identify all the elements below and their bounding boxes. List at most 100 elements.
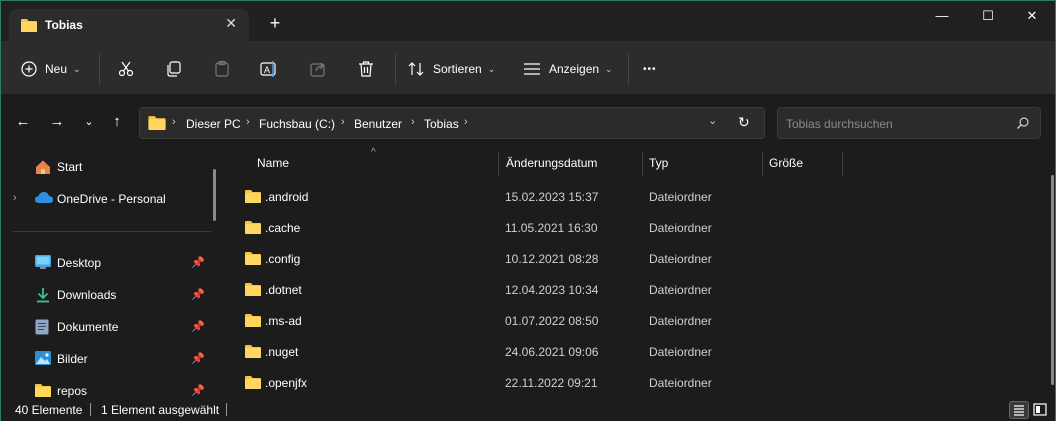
minimize-button[interactable]: — [919,1,965,33]
tab-close-icon[interactable]: ✕ [225,15,237,32]
breadcrumb-chevron-icon[interactable]: › [411,116,415,128]
tiles-view-button[interactable] [1031,401,1051,419]
breadcrumb-tobias[interactable]: Tobias [424,117,459,131]
selection-count: 1 Element ausgewählt [101,403,220,417]
nav-item-label: Bilder [57,352,88,366]
tab-tobias[interactable]: Tobias ✕ [9,9,249,41]
file-name: .openjfx [265,376,308,390]
cloud-icon [35,191,53,208]
nav-item-pictures[interactable]: Bilder 📌 [1,344,211,374]
item-count: 40 Elemente [15,403,83,417]
desktop-icon [35,255,51,272]
breadcrumb-users[interactable]: Benutzer [354,117,402,131]
pin-icon[interactable]: 📌 [191,256,205,269]
copy-button[interactable] [165,55,183,83]
more-options-button[interactable]: ••• [643,55,657,83]
column-header-type[interactable]: Typ [649,156,668,170]
breadcrumb-chevron-icon[interactable]: › [464,116,468,128]
file-row[interactable]: .config 10.12.2021 08:28 Dateiordner [239,243,1039,273]
column-header-date[interactable]: Änderungsdatum [506,156,597,170]
up-button[interactable]: ↑ [105,111,129,135]
nav-item-label: repos [57,384,88,398]
file-row[interactable]: .ms-ad 01.07.2022 08:50 Dateiordner [239,305,1039,335]
pin-icon[interactable]: 📌 [191,288,205,301]
file-row[interactable]: .dotnet 12.04.2023 10:34 Dateiordner [239,274,1039,304]
column-header-size[interactable]: Größe [769,156,803,170]
cut-button[interactable] [117,55,135,83]
details-view-button[interactable] [1009,401,1029,419]
nav-item-desktop[interactable]: Desktop 📌 [1,248,211,278]
folder-icon [245,282,261,299]
nav-item-label: Downloads [57,288,117,302]
column-divider[interactable] [762,151,763,177]
breadcrumb-chevron-icon[interactable]: › [172,116,176,128]
maximize-button[interactable]: ☐ [965,1,1011,33]
share-button[interactable] [309,55,327,83]
status-divider [226,403,227,416]
expand-chevron-icon[interactable]: › [13,192,17,204]
nav-item-label: OneDrive - Personal [57,192,166,206]
nav-scrollbar[interactable] [213,169,216,221]
file-row[interactable]: .nuget 24.06.2021 09:06 Dateiordner [239,336,1039,366]
nav-item-label: Start [57,160,83,174]
pin-icon[interactable]: 📌 [191,352,205,365]
view-icon [523,62,541,76]
file-type: Dateiordner [649,345,712,359]
address-bar[interactable]: › Dieser PC › Fuchsbau (C:) › Benutzer ›… [139,107,765,139]
pin-icon[interactable]: 📌 [191,320,205,333]
file-date: 24.06.2021 09:06 [505,345,599,359]
nav-item-documents[interactable]: Dokumente 📌 [1,312,211,342]
folder-icon [35,383,51,400]
document-icon [35,319,49,338]
breadcrumb-chevron-icon[interactable]: › [246,116,250,128]
recent-locations-chevron-icon[interactable]: ⌄ [77,111,101,135]
column-divider[interactable] [842,151,843,177]
sort-button[interactable]: Sortieren ⌄ [407,55,495,83]
breadcrumb-this-pc[interactable]: Dieser PC [186,117,241,131]
address-history-chevron-icon[interactable]: ⌄ [708,114,717,127]
command-bar: Neu ⌄ A Sortieren ⌄ Anzeigen ⌄ ••• [1,41,1055,95]
file-date: 11.05.2021 16:30 [505,221,598,235]
new-tab-button[interactable]: + [263,11,287,35]
nav-item-downloads[interactable]: Downloads 📌 [1,280,211,310]
toolbar-divider [99,53,100,85]
refresh-icon[interactable]: ↻ [738,114,750,131]
chevron-down-icon: ⌄ [487,63,496,74]
delete-button[interactable] [357,55,375,83]
paste-icon [213,60,231,78]
file-row[interactable]: .android 15.02.2023 15:37 Dateiordner [239,181,1039,211]
column-divider[interactable] [642,151,643,177]
file-list-scrollbar[interactable] [1051,175,1054,385]
rename-button[interactable]: A [259,55,279,83]
nav-divider [13,231,211,232]
back-button[interactable]: ← [11,111,35,135]
view-button[interactable]: Anzeigen ⌄ [523,55,613,83]
folder-icon [245,251,261,268]
close-window-button[interactable]: ✕ [1009,1,1055,33]
breadcrumb-drive[interactable]: Fuchsbau (C:) [259,117,335,131]
file-row[interactable]: .cache 11.05.2021 16:30 Dateiordner [239,212,1039,242]
sort-icon [407,61,425,77]
file-type: Dateiordner [649,314,712,328]
file-name: .config [265,252,301,266]
breadcrumb-chevron-icon[interactable]: › [341,116,345,128]
title-bar: Tobias ✕ + — ☐ ✕ [1,1,1055,41]
file-date: 12.04.2023 10:34 [505,283,599,297]
file-row[interactable]: .openjfx 22.11.2022 09:21 Dateiordner [239,367,1039,397]
forward-button[interactable]: → [45,111,69,135]
rename-icon: A [259,60,279,78]
column-header-name[interactable]: Name [257,156,289,170]
tiles-view-icon [1031,403,1049,420]
search-input[interactable]: Tobias durchsuchen [786,117,893,131]
file-type: Dateiordner [649,283,712,297]
paste-button[interactable] [213,55,231,83]
new-button[interactable]: Neu ⌄ [21,55,81,83]
search-box[interactable]: Tobias durchsuchen [777,107,1041,139]
nav-item-start[interactable]: Start [1,152,211,182]
file-date: 15.02.2023 15:37 [505,190,599,204]
pin-icon[interactable]: 📌 [191,384,205,397]
column-divider[interactable] [498,151,499,177]
folder-icon [21,18,37,35]
file-date: 10.12.2021 08:28 [505,252,599,266]
nav-item-onedrive[interactable]: › OneDrive - Personal [1,184,211,214]
